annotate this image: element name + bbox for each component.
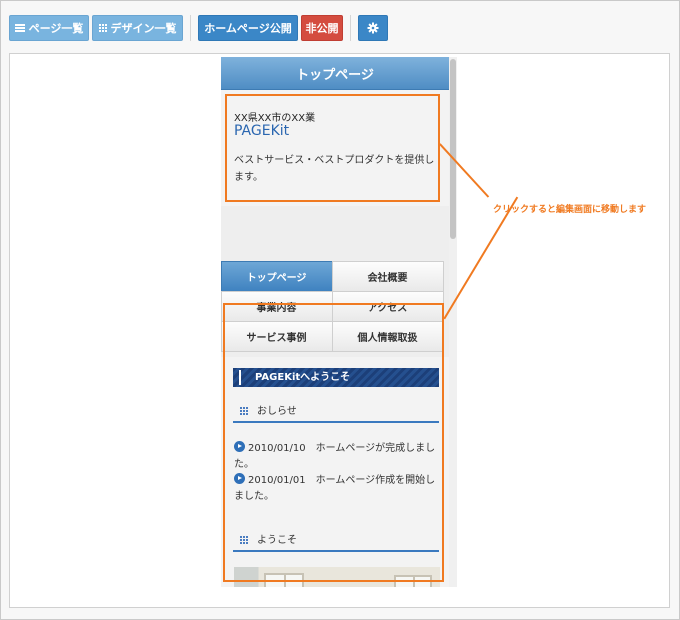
highlight-box-content — [223, 303, 444, 582]
gear-icon — [367, 22, 379, 34]
grid-icon — [98, 24, 107, 32]
publish-label: ホームページ公開 — [204, 22, 292, 35]
unpublish-label: 非公開 — [305, 22, 339, 35]
publish-button[interactable]: ホームページ公開 — [198, 15, 298, 41]
callout-label: クリックすると編集画面に移動します — [493, 205, 647, 215]
nav-item-company[interactable]: 会社概要 — [331, 260, 444, 292]
toolbar: ページ一覧 デザイン一覧 ホームページ公開 非公開 — [9, 15, 388, 41]
nav-item-top[interactable]: トップページ — [221, 260, 333, 292]
highlight-box-intro — [225, 94, 440, 202]
design-list-button[interactable]: デザイン一覧 — [92, 15, 183, 41]
toolbar-divider — [190, 15, 191, 41]
design-list-label: デザイン一覧 — [110, 22, 177, 35]
settings-button[interactable] — [358, 15, 388, 41]
unpublish-button[interactable]: 非公開 — [301, 15, 343, 41]
list-icon — [14, 24, 25, 32]
scrollbar-thumb[interactable] — [450, 59, 456, 239]
preview-scrollbar[interactable] — [449, 57, 457, 587]
page-header[interactable]: トップページ — [221, 57, 449, 90]
page-list-button[interactable]: ページ一覧 — [9, 15, 89, 41]
page-list-label: ページ一覧 — [28, 22, 84, 35]
toolbar-divider — [350, 15, 351, 41]
